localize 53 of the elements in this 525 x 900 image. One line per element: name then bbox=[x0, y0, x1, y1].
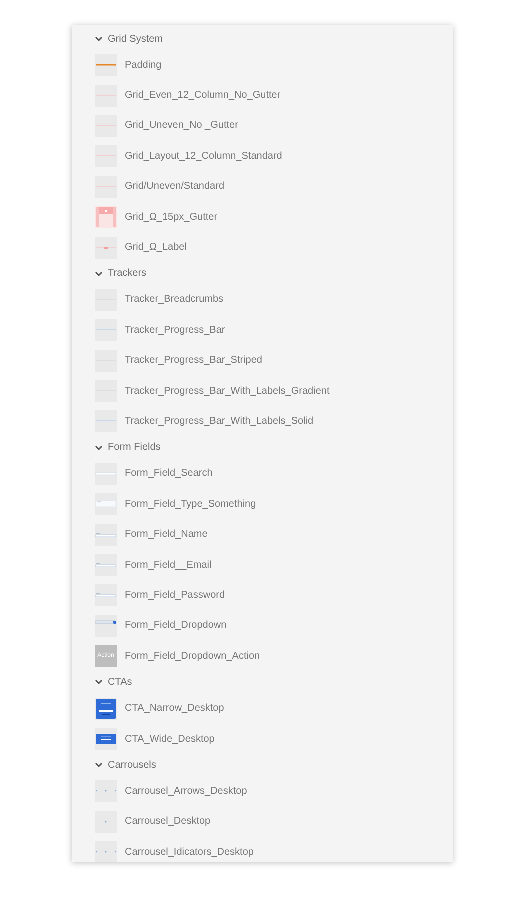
component-thumbnail bbox=[95, 780, 117, 802]
component-name[interactable]: Form_Field_Dropdown_Action bbox=[125, 650, 260, 662]
component-thumbnail bbox=[95, 236, 117, 259]
component-thumbnail bbox=[95, 114, 117, 137]
component-thumbnail bbox=[95, 54, 117, 76]
component-thumbnail bbox=[95, 462, 117, 485]
component-name[interactable]: Grid/Uneven/Standard bbox=[125, 181, 225, 192]
component-name[interactable]: Grid_Even_12_Column_No_Gutter bbox=[125, 90, 281, 102]
component-name[interactable]: Form_Field__Email bbox=[125, 560, 212, 571]
component-name[interactable]: Tracker_Progress_Bar_With_Labels_Solid bbox=[125, 416, 314, 427]
chevron-icon[interactable] bbox=[95, 761, 103, 770]
component-name[interactable]: Padding bbox=[125, 60, 162, 71]
component-thumbnail bbox=[95, 728, 117, 750]
component-thumbnail bbox=[95, 493, 117, 516]
component-name[interactable]: Tracker_Progress_Bar_Striped bbox=[125, 355, 262, 366]
component-name[interactable]: Tracker_Progress_Bar_With_Labels_Gradient bbox=[125, 386, 330, 397]
group-title[interactable]: Form Fields bbox=[108, 442, 161, 454]
component-name[interactable]: Form_Field_Name bbox=[125, 529, 208, 540]
component-thumbnail bbox=[95, 524, 117, 546]
chevron-icon[interactable] bbox=[95, 444, 103, 452]
component-thumbnail bbox=[95, 176, 117, 198]
component-name[interactable]: Form_Field_Type_Something bbox=[125, 498, 256, 510]
component-name[interactable]: Grid_Layout_12_Column_Standard bbox=[125, 150, 282, 162]
component-thumbnail bbox=[95, 145, 117, 168]
component-name[interactable]: Grid_Ω_15px_Gutter bbox=[125, 212, 218, 223]
component-name[interactable]: Grid_Uneven_No _Gutter bbox=[125, 120, 238, 132]
component-name[interactable]: CTA_Wide_Desktop bbox=[125, 734, 215, 744]
component-thumbnail bbox=[95, 554, 117, 576]
component-thumbnail bbox=[95, 410, 117, 432]
chevron-icon[interactable] bbox=[95, 270, 103, 278]
chevron-icon[interactable] bbox=[95, 35, 103, 43]
group-title[interactable]: Grid System bbox=[108, 34, 164, 44]
component-thumbnail bbox=[95, 206, 117, 228]
component-name[interactable]: Tracker_Breadcrumbs bbox=[125, 294, 224, 306]
component-name[interactable]: Tracker_Progress_Bar bbox=[125, 324, 226, 336]
component-name[interactable]: Grid_Ω_Label bbox=[125, 242, 187, 254]
component-name[interactable]: Form_Field_Password bbox=[125, 590, 226, 601]
component-name[interactable]: Carrousel_Idicators_Desktop bbox=[125, 846, 254, 858]
component-name[interactable]: Carrousel_Arrows_Desktop bbox=[125, 786, 248, 797]
chevron-icon[interactable] bbox=[95, 678, 103, 686]
component-thumbnail bbox=[95, 319, 117, 342]
component-thumbnail bbox=[95, 698, 117, 720]
component-thumbnail bbox=[95, 614, 117, 637]
group-title[interactable]: Carrousels bbox=[108, 760, 156, 771]
group-title[interactable]: CTAs bbox=[108, 676, 132, 688]
component-name[interactable]: Form_Field_Dropdown bbox=[125, 620, 227, 632]
component-name[interactable]: CTA_Narrow_Desktop bbox=[125, 703, 224, 714]
component-thumbnail bbox=[95, 584, 117, 606]
component-thumbnail bbox=[95, 810, 117, 833]
component-name[interactable]: Carrousel_Desktop bbox=[125, 816, 211, 828]
component-thumbnail bbox=[95, 84, 117, 107]
group-title[interactable]: Trackers bbox=[108, 268, 147, 280]
component-name[interactable]: Form_Field_Search bbox=[125, 468, 213, 480]
